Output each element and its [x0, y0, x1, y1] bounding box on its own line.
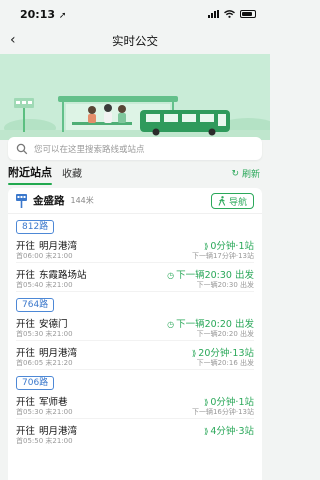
refresh-label: 刷新: [241, 170, 260, 180]
navigate-label: 导航: [228, 197, 247, 208]
arrival-info: ⟫ 0分钟·1站: [203, 241, 254, 252]
direction-text: 开往 明月港湾: [16, 348, 78, 359]
next-bus-info: 下一辆17分钟·13站: [191, 252, 254, 260]
route-badge[interactable]: 764路: [16, 298, 55, 312]
bus-stop-sign-icon: [16, 193, 27, 208]
next-bus-info: 下一辆20:16 出发: [196, 359, 254, 367]
location-arrow-icon: ➚: [58, 10, 67, 21]
next-bus-info: 下一辆16分钟·13站: [191, 408, 254, 416]
realtime-signal-icon: ⟫: [203, 427, 209, 436]
direction-row[interactable]: 开往 东霞路场站 首05:40 末21:00 ◷ 下一辆20:30 出发 下一辆20…: [8, 263, 262, 291]
service-hours: 首06:00 末21:00: [16, 252, 73, 260]
arrival-info: ◷ 下一辆20:30 出发: [167, 270, 254, 281]
direction-row[interactable]: 开往 明月港湾 首06:00 末21:00 ⟫ 0分钟·1站 下一辆17分钟·13站: [8, 234, 262, 262]
tab-bar: 附近站点 收藏 ↻ 刷新: [0, 160, 270, 186]
service-hours: 首05:30 末21:00: [16, 330, 73, 338]
direction-text: 开往 军师巷: [16, 397, 68, 408]
direction-text: 开往 安德门: [16, 319, 68, 330]
tab-nearby-stops[interactable]: 附近站点: [8, 164, 52, 185]
hero-illustration: [0, 54, 270, 140]
service-hours: 首05:40 末21:00: [16, 281, 73, 289]
search-icon: [16, 143, 28, 154]
realtime-signal-icon: ⟫: [203, 242, 209, 251]
realtime-signal-icon: ⟫: [203, 398, 209, 407]
route-block: 706路 开往 军师巷 首05:30 末21:00 ⟫ 0分钟·1站 下一辆16分钟…: [8, 370, 262, 447]
direction-row[interactable]: 开往 安德门 首05:30 末21:00 ◷ 下一辆20:20 出发 下一辆20:2…: [8, 312, 262, 340]
refresh-icon: ↻: [231, 168, 239, 179]
nav-bar: ‹ 实时公交: [0, 28, 270, 54]
battery-icon: [240, 10, 256, 18]
stop-header: 金盛路 144米 导航: [8, 188, 262, 214]
refresh-button[interactable]: ↻ 刷新: [231, 167, 260, 181]
wifi-icon: [224, 10, 235, 18]
route-block: 812路 开往 明月港湾 首06:00 末21:00 ⟫ 0分钟·1站 下一辆17分…: [8, 214, 262, 291]
direction-row[interactable]: 开往 军师巷 首05:30 末21:00 ⟫ 0分钟·1站 下一辆16分钟·13站: [8, 390, 262, 418]
search-input[interactable]: 您可以在这里搜索路线或站点: [34, 143, 145, 155]
service-hours: 首06:05 末21:20: [16, 359, 73, 367]
arrival-info: ⟫ 20分钟·13站: [191, 348, 254, 359]
route-block: 764路 开往 安德门 首05:30 末21:00 ◷ 下一辆20:20 出发 下一…: [8, 292, 262, 369]
service-hours: 首05:50 末21:00: [16, 437, 73, 445]
arrival-info: ◷ 下一辆20:20 出发: [167, 319, 254, 330]
signal-icon: [208, 10, 219, 18]
next-bus-info: 下一辆20:30 出发: [196, 281, 254, 289]
arrival-info: ⟫ 0分钟·1站: [203, 397, 254, 408]
direction-row[interactable]: 开往 明月港湾 首06:05 末21:20 ⟫ 20分钟·13站 下一辆20:16 …: [8, 341, 262, 369]
navigate-button[interactable]: 导航: [210, 193, 254, 209]
status-time: 20:13 ➚: [20, 7, 67, 21]
status-icons: [208, 10, 256, 18]
page-title: 实时公交: [112, 34, 158, 48]
next-bus-info: 下一辆20:20 出发: [196, 330, 254, 338]
walking-icon: [218, 196, 226, 206]
route-badge[interactable]: 812路: [16, 220, 55, 234]
tab-favorites[interactable]: 收藏: [62, 165, 82, 182]
search-bar[interactable]: 您可以在这里搜索路线或站点: [8, 137, 262, 160]
status-bar: 20:13 ➚: [0, 0, 270, 28]
arrival-info: ⟫ 4分钟·3站: [203, 426, 254, 437]
back-icon[interactable]: ‹: [10, 33, 16, 47]
direction-text: 开往 东霞路场站: [16, 270, 87, 281]
direction-row[interactable]: 开往 明月港湾 首05:50 末21:00 ⟫ 4分钟·3站: [8, 419, 262, 447]
stop-distance: 144米: [70, 196, 94, 205]
direction-text: 开往 明月港湾: [16, 241, 78, 252]
bus-stop-illustration: [0, 54, 270, 140]
clock-icon: ◷: [167, 271, 175, 280]
nearby-stop-card: 金盛路 144米 导航 812路 开往 明月港湾 首06:00 末21:00 ⟫ 0…: [8, 188, 262, 480]
route-badge[interactable]: 706路: [16, 376, 55, 390]
direction-text: 开往 明月港湾: [16, 426, 78, 437]
clock-icon: ◷: [167, 320, 175, 329]
realtime-signal-icon: ⟫: [191, 349, 197, 358]
service-hours: 首05:30 末21:00: [16, 408, 73, 416]
stop-name: 金盛路: [33, 195, 65, 207]
